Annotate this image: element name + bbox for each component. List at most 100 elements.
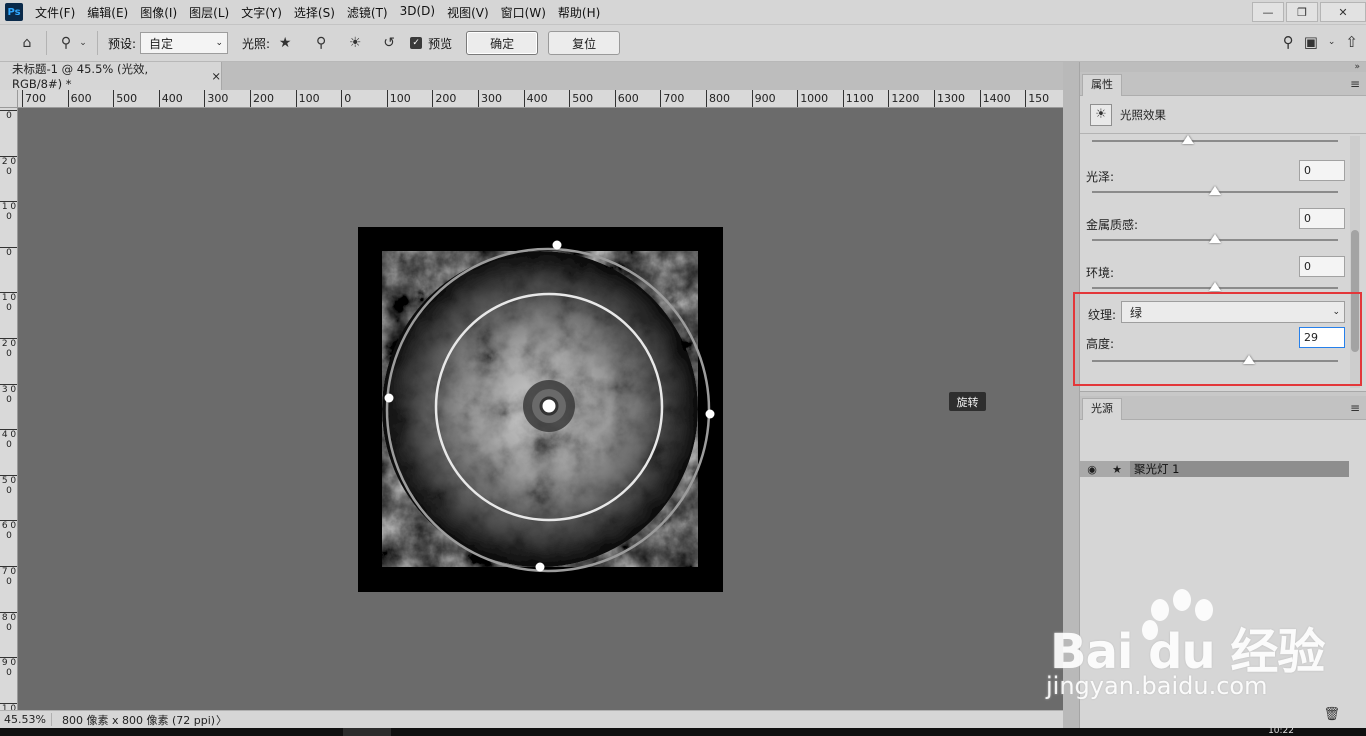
menu-item[interactable]: 文字(Y): [235, 4, 288, 21]
menu-item[interactable]: 窗口(W): [495, 4, 552, 21]
ruler-tick-label: 4 0 0: [0, 429, 17, 451]
ruler-tick-label: 150: [1025, 90, 1049, 107]
taskbar-item[interactable]: [343, 728, 391, 736]
property-label: 金属质感:: [1086, 218, 1139, 232]
ruler-tick-label: 600: [67, 90, 92, 107]
close-button[interactable]: ✕: [1320, 2, 1366, 22]
image-canvas[interactable]: [358, 227, 723, 592]
ruler-tick-label: 700: [660, 90, 684, 107]
property-label: 光泽:: [1086, 170, 1115, 184]
spotlight-icon: ★: [1112, 462, 1122, 476]
menu-item[interactable]: 选择(S): [288, 4, 341, 21]
ruler-tick-label: 9 0 0: [0, 657, 17, 679]
menu-item[interactable]: 3D(D): [394, 4, 441, 21]
visibility-eye-icon[interactable]: ◉: [1080, 463, 1104, 476]
menu-item[interactable]: 帮助(H): [552, 4, 606, 21]
slider-thumb[interactable]: [1181, 135, 1194, 144]
menu-item[interactable]: 编辑(E): [81, 4, 134, 21]
workspace-icon[interactable]: ▣: [1304, 33, 1318, 51]
menu-item[interactable]: 图像(I): [134, 4, 183, 21]
red-highlight-annotation: [1073, 292, 1362, 386]
restore-button[interactable]: ❐: [1286, 2, 1318, 22]
vertical-ruler: 0 2 0 0 1 0 0 0 1 0 0 2 0 0 3 0 0 4 0 0 5 0 0 6 0…: [0, 108, 18, 710]
home-icon[interactable]: ⌂: [16, 32, 38, 54]
close-tab-icon[interactable]: ×: [211, 69, 221, 83]
ok-button[interactable]: 确定: [466, 31, 539, 55]
minimize-button[interactable]: —: [1252, 2, 1284, 22]
ruler-tick-label: 1 0 0: [0, 201, 17, 223]
partial-slider[interactable]: [1086, 135, 1344, 152]
separator: [97, 31, 98, 55]
ruler-tick-label: 0: [0, 110, 17, 121]
window-controls: — ❐ ✕: [1250, 0, 1366, 24]
document-area: 未标题-1 @ 45.5% (光效, RGB/8#) * × 700 600 500…: [0, 62, 1063, 710]
spotlight-icon[interactable]: ★: [274, 32, 296, 54]
status-arrow-icon[interactable]: 〉: [216, 712, 227, 728]
preset-select[interactable]: 自定 ⌄: [140, 32, 229, 54]
right-panel-column: » 属性 ≡ ☀ 光照效果 光泽: 0 金属质感: 0 环境: 0 纹理: 绿 ⌄ 高度:…: [1063, 62, 1366, 728]
slider-thumb[interactable]: [1209, 234, 1221, 243]
light-list-item[interactable]: ◉ ★ 聚光灯 1: [1080, 461, 1349, 477]
status-bar: 45.53% 800 像素 x 800 像素 (72 ppi) 〉: [0, 710, 1080, 728]
ruler-tick-label: 0: [341, 90, 351, 107]
reset-light-icon[interactable]: ↺: [378, 32, 400, 54]
light-center-handle[interactable]: [539, 396, 559, 416]
ruler-tick-label: 100: [386, 90, 411, 107]
lightbulb-icon[interactable]: ⚲: [55, 32, 77, 54]
panel-menu-icon[interactable]: ≡: [1350, 77, 1360, 91]
chevron-down-icon[interactable]: ⌄: [77, 32, 89, 54]
chevron-down-icon: ⌄: [215, 38, 224, 48]
ring-handle-left[interactable]: [384, 393, 394, 403]
chevron-down-icon[interactable]: ⌄: [1328, 37, 1336, 47]
panel-menu-icon[interactable]: ≡: [1350, 401, 1360, 415]
dock-strip: [1063, 62, 1080, 728]
document-info: 800 像素 x 800 像素 (72 ppi): [62, 713, 216, 727]
document-tab-strip: 未标题-1 @ 45.5% (光效, RGB/8#) * ×: [0, 62, 1063, 91]
menu-item[interactable]: 文件(F): [29, 4, 81, 21]
property-value-input[interactable]: 0: [1299, 208, 1345, 229]
document-tab[interactable]: 未标题-1 @ 45.5% (光效, RGB/8#) * ×: [0, 62, 222, 91]
lights-panel: 光源 ≡ ◉ ★ 聚光灯 1 🗑: [1080, 396, 1366, 728]
reset-button[interactable]: 复位: [548, 31, 621, 55]
property-value-input[interactable]: 0: [1299, 256, 1345, 277]
taskbar: 10:22: [0, 726, 1366, 736]
preview-checkbox[interactable]: ✓: [410, 37, 423, 49]
search-icon[interactable]: ⚲: [1283, 33, 1294, 51]
ruler-tick-label: 500: [569, 90, 593, 107]
ruler-tick-label: 7 0 0: [0, 566, 17, 587]
slider-thumb[interactable]: [1209, 282, 1221, 291]
trash-icon[interactable]: 🗑: [1323, 707, 1340, 722]
ruler-tick-label: 1100: [842, 90, 874, 107]
options-bar: ⌂ ⚲ ⌄ 预设: 自定 ⌄ 光照: ★ ⚲ ☀ ↺ ✓ 预览 确定 复位 ⚲ …: [0, 24, 1366, 62]
share-icon[interactable]: ⇧: [1345, 33, 1358, 51]
slider-thumb[interactable]: [1209, 186, 1221, 195]
preview-label: 预览: [428, 36, 453, 51]
properties-tab-bar: 属性 ≡: [1080, 72, 1366, 96]
menu-item[interactable]: 图层(L): [183, 4, 235, 21]
light-name: 聚光灯 1: [1130, 461, 1349, 477]
ring-handle-bottom[interactable]: [535, 562, 545, 572]
ruler-tick-label: 1 0 0: [0, 702, 17, 710]
tab-lights[interactable]: 光源: [1082, 398, 1122, 420]
lighting-preview: [382, 240, 715, 573]
menu-item[interactable]: 滤镜(T): [341, 4, 394, 21]
ruler-tick-label: 6 0 0: [0, 520, 17, 542]
separator: [46, 31, 47, 55]
collapse-panels-icon[interactable]: »: [1080, 62, 1366, 72]
ruler-tick-label: 400: [158, 90, 183, 107]
ruler-tick-label: 1400: [979, 90, 1011, 107]
ruler-tick-label: 500: [113, 90, 137, 107]
rotate-tooltip: 旋转: [949, 392, 986, 411]
menu-item[interactable]: 视图(V): [441, 4, 495, 21]
tab-properties[interactable]: 属性: [1082, 74, 1122, 96]
properties-title: 光照效果: [1120, 107, 1166, 122]
infinite-light-icon[interactable]: ☀: [344, 32, 366, 54]
point-light-icon[interactable]: ⚲: [310, 32, 332, 54]
ruler-tick-label: 1 0 0: [0, 292, 17, 314]
ring-handle-top[interactable]: [552, 240, 562, 250]
property-slider-row: 金属质感: 0: [1086, 208, 1345, 252]
ruler-tick-label: 1000: [797, 90, 828, 107]
ring-handle-right[interactable]: [705, 409, 715, 419]
property-value-input[interactable]: 0: [1299, 160, 1345, 181]
zoom-level[interactable]: 45.53%: [0, 713, 52, 726]
